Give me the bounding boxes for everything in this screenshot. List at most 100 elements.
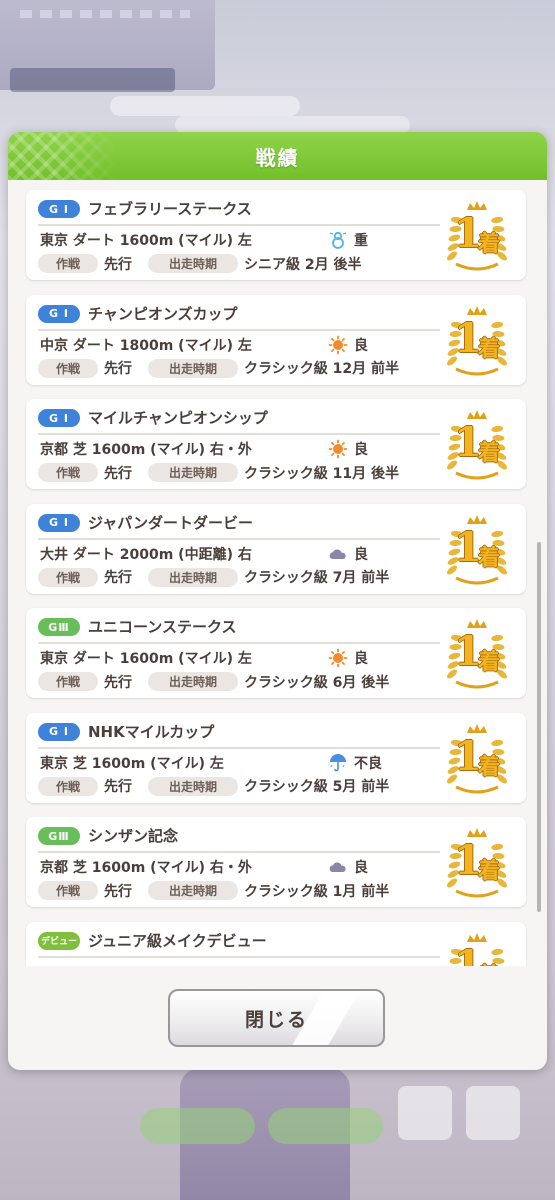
divider — [38, 537, 440, 540]
course-info: 京都 芝 1600m (マイル) 右・外 — [40, 442, 252, 458]
period-label: 出走時期 — [148, 567, 238, 587]
weather-condition: 不良 — [328, 753, 382, 773]
background-skip-button — [140, 1108, 255, 1144]
rank-suffix: 着 — [478, 958, 500, 967]
race-record-card[interactable]: G I フェブラリーステークス東京 ダート 1600m (マイル) 左 重作戦 先行出… — [26, 190, 526, 280]
tactic-value: 先行 — [104, 465, 132, 482]
race-record-card[interactable]: G I NHKマイルカップ東京 芝 1600m (マイル) 左 不良作戦 先行 出走時期… — [26, 712, 526, 803]
track-condition: 良 — [354, 546, 368, 563]
race-name: NHKマイルカップ — [88, 722, 215, 741]
course-info: 東京 ダート 1600m (マイル) 左 — [40, 651, 252, 667]
period-label: 出走時期 — [148, 463, 238, 482]
grade-badge: G I — [38, 200, 80, 218]
rank-suffix: 着 — [478, 545, 501, 571]
course-info: 東京 ダート 1600m (マイル) 左 — [40, 233, 252, 249]
list-scrollbar[interactable] — [537, 542, 541, 912]
weather-condition: 良 — [328, 439, 368, 459]
rank-suffix: 着 — [478, 441, 501, 466]
sun-icon — [328, 335, 348, 354]
race-detail-row: 作戦 先行 出走時期 クラシック級 6月 後半 — [38, 672, 389, 691]
tactic-value: 先行 — [104, 779, 132, 795]
tactic-label: 作戦 — [38, 881, 98, 900]
race-record-card[interactable]: G I チャンピオンズカップ 中京 ダート 1800m (マイル) 左 良作戦 先行 出走… — [26, 294, 526, 385]
course-info: 東京 芝 1600m (マイル) 左 — [40, 755, 224, 772]
period-value: クラシック級 12月 前半 — [244, 361, 399, 377]
period-value: クラシック級 1月 前半 — [244, 883, 390, 900]
background-status-bar — [110, 96, 300, 116]
race-detail-row: 作戦 先行 出走時期 クラシック級 12月 前半 — [38, 358, 399, 378]
race-name: ジャパンダートダービー — [88, 513, 254, 532]
race-record-card[interactable]: G I ジャパンダートダービー 大井 ダート 2000m (中距離) 右 良作戦 先行出… — [26, 503, 526, 594]
track-condition: 良 — [354, 442, 368, 458]
close-button[interactable]: 閉じる — [168, 989, 385, 1047]
weather-condition: 重 — [328, 230, 368, 250]
period-value: クラシック級 11月 後半 — [244, 465, 399, 482]
tactic-value: 先行 — [104, 674, 132, 691]
dialog-header: 戦績 — [8, 132, 547, 180]
tactic-label: 作戦 — [38, 358, 98, 378]
sun-icon — [328, 439, 348, 459]
tactic-label: 作戦 — [38, 776, 98, 796]
tactic-value: 先行 — [104, 570, 132, 586]
period-label: 出走時期 — [148, 358, 238, 378]
track-condition: 良 — [354, 337, 368, 354]
track-condition: 不良 — [354, 755, 382, 772]
grade-badge: G I — [38, 409, 80, 427]
divider — [38, 328, 440, 331]
tactic-label: 作戦 — [38, 254, 98, 273]
background-log-button — [398, 1086, 452, 1140]
race-record-card[interactable]: GⅢ シンザン記念 京都 芝 1600m (マイル) 右・外 良作戦 先行 出走時期 クラシ… — [26, 817, 526, 907]
grade-badge: G I — [38, 722, 80, 741]
race-record-card[interactable]: GⅢ ユニコーンステークス東京 ダート 1600m (マイル) 左 良作戦 先行 出走時… — [26, 608, 526, 698]
tactic-value: 先行 — [104, 361, 132, 377]
divider — [38, 746, 440, 749]
period-value: クラシック級 6月 後半 — [244, 674, 390, 691]
cloud-icon — [329, 862, 346, 872]
course-info: 京都 芝 1600m (マイル) 右・外 — [40, 860, 252, 876]
race-name: ユニコーンステークス — [88, 618, 237, 636]
race-name: フェブラリーステークス — [88, 200, 252, 218]
period-label: 出走時期 — [148, 672, 238, 691]
grade-badge: GⅢ — [38, 618, 80, 636]
background-header-bar — [10, 68, 175, 92]
rank-suffix: 着 — [478, 754, 501, 780]
weather-condition: 良 — [328, 544, 368, 564]
tactic-value: 先行 — [104, 883, 132, 900]
race-record-list[interactable]: G I フェブラリーステークス 東京 ダート 1600m (マイル) 左重作戦 先行出… — [8, 180, 547, 966]
divider — [38, 642, 440, 644]
first-place-badge: 1着 — [440, 719, 514, 797]
first-place-badge: 1着 — [440, 510, 514, 588]
grade-badge: デビュー — [38, 931, 80, 950]
race-record-card[interactable]: デビュージュニア級メイクデビュー 1着 — [26, 921, 526, 967]
first-place-badge: 1着 — [440, 196, 514, 274]
cloud-icon — [329, 548, 346, 559]
background-menu-icon — [466, 1086, 520, 1140]
first-place-badge: 1着 — [440, 823, 514, 901]
weather-condition: 良 — [328, 857, 368, 877]
weather-condition: 良 — [328, 335, 368, 355]
track-condition: 良 — [354, 651, 368, 667]
race-record-card[interactable]: G I マイルチャンピオンシップ京都 芝 1600m (マイル) 右・外 良作戦 先行… — [26, 399, 526, 489]
period-value: シニア級 2月 後半 — [244, 256, 362, 273]
close-button-label: 閉じる — [244, 1008, 308, 1031]
track-condition: 良 — [354, 860, 368, 876]
period-value: クラシック級 5月 前半 — [244, 779, 390, 795]
rain-icon — [330, 753, 346, 771]
divider — [38, 433, 440, 435]
period-label: 出走時期 — [148, 881, 238, 900]
weather-condition: 良 — [328, 648, 368, 668]
race-name: マイルチャンピオンシップ — [88, 409, 268, 427]
race-detail-row: 作戦 先行 出走時期 シニア級 2月 後半 — [38, 254, 362, 273]
background-menu-button — [268, 1108, 383, 1144]
tactic-label: 作戦 — [38, 463, 98, 482]
grade-badge: G I — [38, 513, 80, 532]
rank-suffix: 着 — [478, 650, 501, 675]
snow-icon — [329, 231, 347, 249]
period-label: 出走時期 — [148, 776, 238, 796]
first-place-badge: 1着 — [440, 301, 514, 379]
rank-suffix: 着 — [478, 859, 501, 884]
race-detail-row: 作戦 先行 出走時期 クラシック級 7月 前半 — [38, 567, 389, 587]
rank-suffix: 着 — [478, 232, 501, 257]
race-detail-row: 作戦 先行 出走時期 クラシック級 1月 前半 — [38, 881, 389, 900]
race-detail-row: 作戦 先行 出走時期 クラシック級 11月 後半 — [38, 463, 399, 482]
